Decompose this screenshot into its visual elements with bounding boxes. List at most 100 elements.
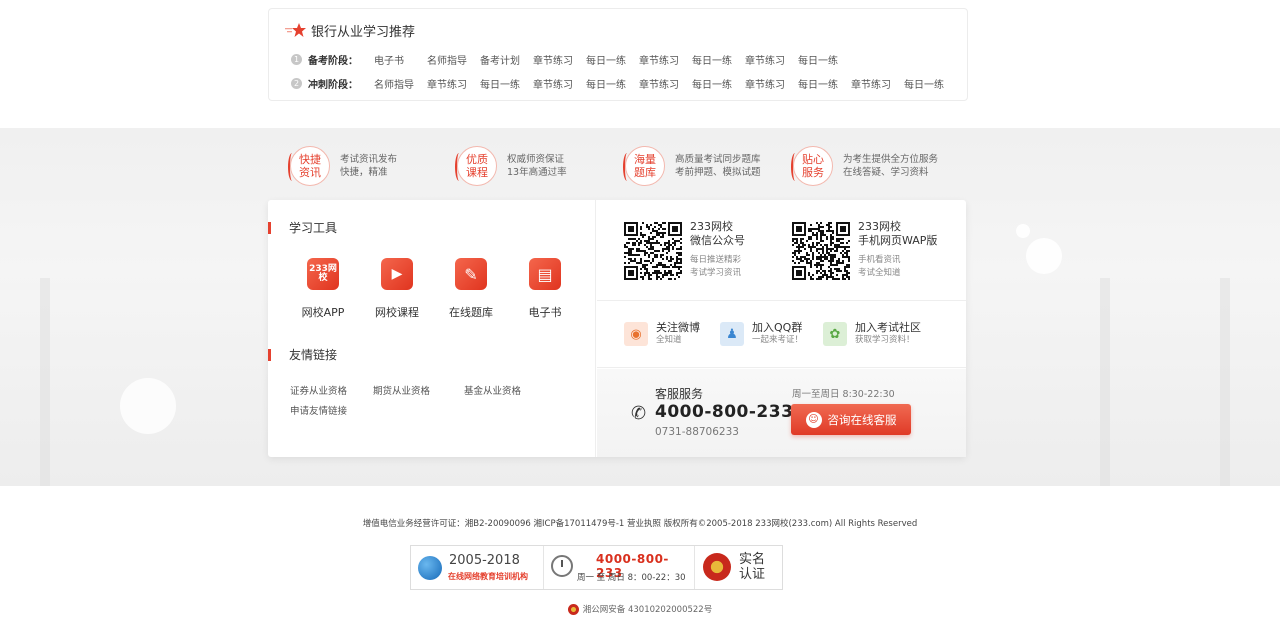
feature-course: 优质课程 权威师资保证 13年高通过率 — [455, 145, 567, 187]
feature-desc: 权威师资保证 13年高通过率 — [507, 153, 567, 179]
emblem-icon — [703, 553, 731, 581]
user-icon: ☺ — [805, 411, 822, 428]
features-row: 快捷资讯 考试资讯发布 快捷，精准 优质课程 权威师资保证 13年高通过率 海量题库… — [0, 145, 1280, 187]
feature-line: 权威师资保证 — [507, 154, 565, 165]
stage-row-1: 1 备考阶段： 电子书 名师指导 备考计划 章节练习 每日一练 章节练习 每日一… — [291, 50, 851, 68]
rec-link[interactable]: 每日一练 — [586, 76, 639, 91]
friend-link[interactable]: 证券从业资格 — [290, 383, 347, 397]
decor-pillar — [40, 278, 50, 486]
rec-link[interactable]: 章节练习 — [745, 76, 798, 91]
service-hours: 周一至周日 8:30-22:30 — [792, 389, 895, 400]
rec-link[interactable]: 章节练习 — [851, 76, 904, 91]
feature-badge-text: 快捷资讯 — [299, 153, 321, 179]
qr-name: 233网校 — [690, 220, 733, 233]
links-row: 申请友情链接 — [290, 400, 547, 420]
rec-link[interactable]: 每日一练 — [798, 76, 851, 91]
social-label: 加入QQ群 — [752, 321, 803, 334]
tool-app[interactable]: 233网校 网校APP — [286, 258, 360, 320]
tool-ebook[interactable]: ▤ 电子书 — [508, 258, 582, 320]
rec-link[interactable]: 每日一练 — [692, 52, 745, 67]
feature-questions: 海量题库 高质量考试同步题库 考前押题、模拟试题 — [623, 145, 761, 187]
feature-badge-text: 海量题库 — [634, 153, 656, 179]
rec-link[interactable]: 每日一练 — [798, 52, 851, 67]
rec-link[interactable]: 每日一练 — [904, 76, 957, 91]
qr-code-wechat — [624, 222, 682, 280]
customer-service: ✆ 客服服务 4000-800-233 0731-88706233 周一至周日 … — [597, 369, 966, 457]
recommend-header: 银行从业学习推荐 — [281, 19, 415, 41]
rec-link[interactable]: 每日一练 — [586, 52, 639, 67]
badge-verified-text: 实名 认证 — [739, 552, 765, 582]
rec-link[interactable]: 电子书 — [374, 52, 427, 67]
social-sub: 一起来考证！ — [752, 335, 804, 345]
links-title: 友情链接 — [268, 347, 337, 363]
recommend-box: 银行从业学习推荐 1 备考阶段： 电子书 名师指导 备考计划 章节练习 每日一练… — [268, 8, 968, 101]
friend-link[interactable]: 申请友情链接 — [290, 403, 347, 417]
qr-code-wap — [792, 222, 850, 280]
feature-line: 考前押题、模拟试题 — [675, 167, 761, 178]
badge-years[interactable]: 2005-2018 在线网络教育培训机构 — [411, 546, 544, 589]
online-service-button[interactable]: ☺ 咨询在线客服 — [791, 404, 911, 435]
feature-badge-text: 优质课程 — [466, 153, 488, 179]
rec-link[interactable]: 名师指导 — [374, 76, 427, 91]
badge-verified[interactable]: 实名 认证 — [695, 546, 782, 589]
badge-verified-line: 实名 — [739, 552, 766, 567]
service-title: 客服服务 — [655, 387, 704, 401]
rec-link[interactable]: 章节练习 — [533, 76, 586, 91]
qr-area: 233网校 微信公众号 每日推送精彩 考试学习资讯 233网校 手机网页WAP版… — [597, 200, 966, 301]
rec-link[interactable]: 章节练习 — [639, 52, 692, 67]
feature-line: 在线答疑、学习资料 — [843, 167, 929, 178]
decor-circle — [120, 378, 176, 434]
tools-list: 233网校 网校APP ▶ 网校课程 ✎ 在线题库 ▤ 电子书 — [286, 258, 586, 320]
feature-desc: 高质量考试同步题库 考前押题、模拟试题 — [675, 153, 761, 179]
social-weibo[interactable]: ◉ 关注微博 全知道 — [624, 321, 700, 347]
rec-link[interactable]: 章节练习 — [427, 76, 480, 91]
feature-line: 快捷，精准 — [340, 167, 388, 178]
badge-year-text: 2005-2018 — [449, 553, 520, 568]
social-sub: 全知道 — [656, 335, 682, 345]
qr-desc: 考试学习资讯 — [690, 268, 742, 278]
qr-desc: 手机看资讯 — [858, 255, 901, 265]
star-icon — [285, 22, 307, 38]
rec-link[interactable]: 章节练习 — [533, 52, 586, 67]
qr-name: 233网校 — [858, 220, 901, 233]
decor-circle — [1016, 224, 1030, 238]
globe-icon — [418, 556, 442, 580]
phone-icon: ✆ — [631, 403, 647, 424]
rec-link[interactable]: 每日一练 — [480, 76, 533, 91]
tool-label: 电子书 — [528, 306, 562, 319]
rec-link[interactable]: 章节练习 — [639, 76, 692, 91]
social-qq[interactable]: ♟ 加入QQ群 一起来考证！ — [720, 321, 803, 347]
feature-badge: 快捷资讯 — [288, 146, 330, 186]
feature-news: 快捷资讯 考试资讯发布 快捷，精准 — [288, 145, 398, 187]
friend-link[interactable]: 期货从业资格 — [373, 383, 430, 397]
police-record[interactable]: 湘公网安备 43010202000522号 — [0, 603, 1280, 615]
feature-line: 高质量考试同步题库 — [675, 154, 761, 165]
qq-icon: ♟ — [720, 322, 744, 346]
decor-circle — [1026, 238, 1062, 274]
rec-link[interactable]: 每日一练 — [692, 76, 745, 91]
feature-line: 考试资讯发布 — [340, 154, 398, 165]
book-icon: ▤ — [529, 258, 561, 290]
feature-badge-text: 贴心服务 — [802, 153, 824, 179]
feature-service: 贴心服务 为考生提供全方位服务 在线答疑、学习资料 — [791, 145, 939, 187]
recommend-title: 银行从业学习推荐 — [311, 24, 416, 40]
badge-hotline[interactable]: 4000-800-233 周一 至 周日 8：00-22：30 — [544, 546, 695, 589]
badge-sub-text: 在线网络教育培训机构 — [448, 572, 528, 581]
tools-column: 学习工具 233网校 网校APP ▶ 网校课程 ✎ 在线题库 ▤ 电子书 友情链… — [268, 200, 596, 457]
tool-question-bank[interactable]: ✎ 在线题库 — [434, 258, 508, 320]
feature-line: 为考生提供全方位服务 — [843, 154, 939, 165]
tool-course[interactable]: ▶ 网校课程 — [360, 258, 434, 320]
social-sub: 获取学习资料！ — [855, 335, 915, 345]
clock-icon — [551, 555, 573, 577]
stage-number: 2 — [291, 77, 302, 89]
feature-line: 13年高通过率 — [507, 167, 567, 178]
rec-link[interactable]: 名师指导 — [427, 52, 480, 67]
friend-link[interactable]: 基金从业资格 — [464, 383, 521, 397]
police-record-text: 湘公网安备 43010202000522号 — [582, 605, 713, 615]
rec-link[interactable]: 章节练习 — [745, 52, 798, 67]
video-icon: ▶ — [381, 258, 413, 290]
qr-text-wechat: 233网校 微信公众号 每日推送精彩 考试学习资讯 — [690, 220, 745, 280]
social-community[interactable]: ✿ 加入考试社区 获取学习资料！ — [823, 321, 921, 347]
social-text: 加入QQ群 一起来考证！ — [752, 321, 803, 347]
rec-link[interactable]: 备考计划 — [480, 52, 533, 67]
